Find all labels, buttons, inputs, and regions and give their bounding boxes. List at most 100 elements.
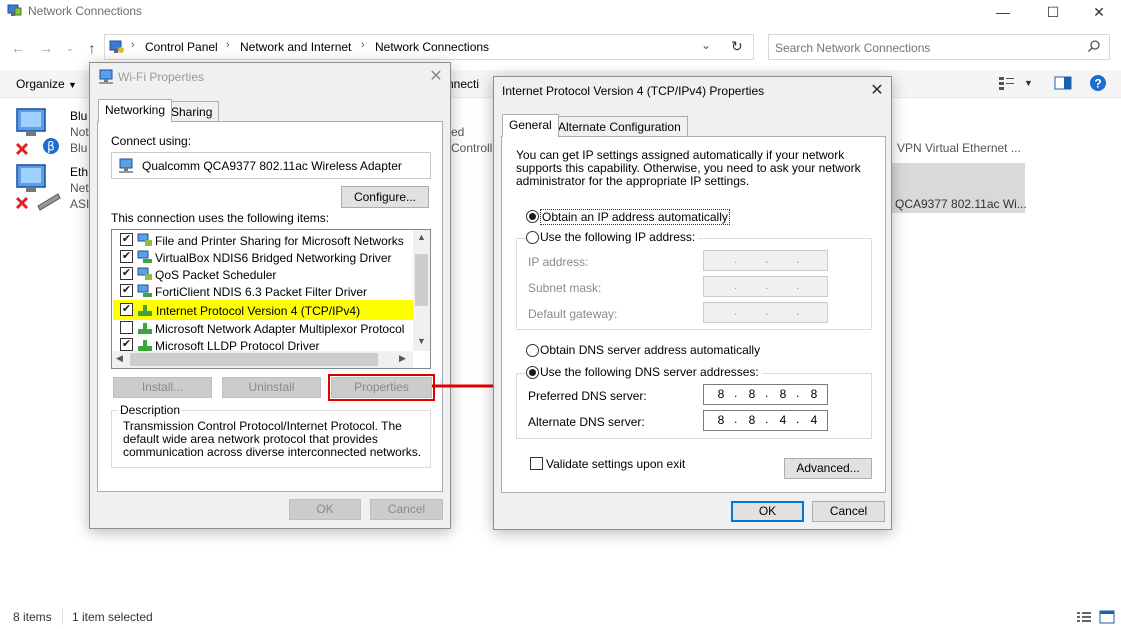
scroll-left-icon[interactable]: ◀ bbox=[116, 353, 123, 364]
item-checkbox[interactable]: ✔ bbox=[120, 284, 133, 297]
item-checkbox[interactable]: ✔ bbox=[120, 267, 133, 280]
list-item[interactable]: ✔ File and Printer Sharing for Microsoft… bbox=[113, 232, 413, 249]
minimize-icon: — bbox=[996, 4, 1010, 20]
back-button[interactable]: ← bbox=[8, 38, 28, 58]
protocol-icon bbox=[137, 250, 153, 264]
scroll-up-icon[interactable]: ▲ bbox=[417, 232, 426, 242]
uninstall-button[interactable]: Uninstall bbox=[222, 377, 321, 398]
address-dropdown-icon[interactable]: ⌄ bbox=[701, 38, 711, 52]
change-view-icon[interactable] bbox=[998, 75, 1016, 91]
ipv4-cancel-button[interactable]: Cancel bbox=[812, 501, 885, 522]
refresh-icon[interactable]: ↻ bbox=[731, 38, 743, 55]
default-gateway-input[interactable]: ... bbox=[703, 302, 828, 323]
components-list[interactable]: ✔ File and Printer Sharing for Microsoft… bbox=[111, 229, 431, 369]
obtain-ip-auto-label[interactable]: Obtain an IP address automatically bbox=[540, 209, 730, 225]
wifi-ok-button[interactable]: OK bbox=[289, 499, 361, 520]
organize-button[interactable]: Organize ▼ bbox=[16, 77, 77, 91]
vertical-scrollbar[interactable]: ▲ ▼ bbox=[413, 230, 430, 351]
radio-empty-icon bbox=[526, 344, 539, 357]
horizontal-scrollbar-thumb[interactable] bbox=[130, 353, 378, 366]
breadcrumb-separator-icon: › bbox=[131, 39, 135, 51]
obtain-dns-auto-label[interactable]: Obtain DNS server address automatically bbox=[540, 343, 760, 357]
item-checkbox[interactable]: ✔ bbox=[120, 250, 133, 263]
use-following-ip-radio[interactable] bbox=[526, 231, 539, 244]
svg-text:β: β bbox=[47, 140, 55, 154]
advanced-button[interactable]: Advanced... bbox=[784, 458, 872, 479]
scroll-down-icon[interactable]: ▼ bbox=[417, 336, 426, 346]
address-bar[interactable]: › Control Panel › Network and Internet ›… bbox=[104, 34, 754, 60]
ethernet-adapter-icon[interactable] bbox=[14, 162, 64, 214]
item-checkbox[interactable] bbox=[120, 321, 133, 334]
bluetooth-adapter-icon[interactable]: β bbox=[14, 106, 60, 158]
list-item[interactable]: ✔ VirtualBox NDIS6 Bridged Networking Dr… bbox=[113, 249, 413, 266]
use-following-dns-label[interactable]: Use the following DNS server addresses: bbox=[540, 365, 762, 379]
breadcrumb-network-and-internet[interactable]: Network and Internet bbox=[240, 40, 351, 54]
list-item[interactable]: ✔ QoS Packet Scheduler bbox=[113, 266, 413, 283]
status-divider bbox=[62, 609, 63, 625]
organize-label: Organize bbox=[16, 77, 65, 91]
item-checkbox[interactable]: ✔ bbox=[120, 233, 133, 246]
tab-alternate-configuration[interactable]: Alternate Configuration bbox=[551, 116, 688, 137]
scroll-right-icon[interactable]: ▶ bbox=[399, 353, 406, 364]
item-label: VirtualBox NDIS6 Bridged Networking Driv… bbox=[155, 251, 392, 265]
up-button[interactable]: ↑ bbox=[82, 38, 102, 58]
breadcrumb-separator-icon: › bbox=[226, 39, 230, 51]
help-icon[interactable]: ? bbox=[1089, 74, 1107, 92]
use-following-ip-label[interactable]: Use the following IP address: bbox=[540, 230, 699, 244]
preview-pane-icon[interactable] bbox=[1054, 75, 1072, 91]
list-item-ipv4-highlighted[interactable]: ✔ Internet Protocol Version 4 (TCP/IPv4) bbox=[113, 300, 413, 320]
item-checkbox[interactable]: ✔ bbox=[120, 303, 133, 316]
subnet-mask-input[interactable]: ... bbox=[703, 276, 828, 297]
ribbon-partial-label[interactable]: nnecti bbox=[447, 77, 479, 91]
details-view-icon[interactable] bbox=[1076, 610, 1092, 624]
use-following-dns-radio[interactable] bbox=[526, 366, 539, 379]
maximize-button[interactable]: ☐ bbox=[1030, 0, 1076, 24]
breadcrumb-control-panel[interactable]: Control Panel bbox=[145, 40, 218, 54]
item-label: File and Printer Sharing for Microsoft N… bbox=[155, 234, 404, 248]
description-text: Transmission Control Protocol/Internet P… bbox=[123, 419, 422, 459]
ip-address-input[interactable]: ... bbox=[703, 250, 828, 271]
status-item-count: 8 items bbox=[13, 610, 52, 624]
alternate-dns-input[interactable]: 8 . 8 . 4 . 4 bbox=[703, 410, 828, 431]
ipv4-dialog-title: Internet Protocol Version 4 (TCP/IPv4) P… bbox=[502, 84, 765, 98]
preferred-dns-input[interactable]: 8 . 8 . 8 . 8 bbox=[703, 384, 828, 405]
forward-button[interactable]: → bbox=[36, 38, 56, 58]
tab-networking[interactable]: Networking bbox=[98, 99, 173, 122]
ipv4-ok-button[interactable]: OK bbox=[731, 501, 804, 522]
item-checkbox[interactable]: ✔ bbox=[120, 338, 133, 351]
search-box[interactable] bbox=[768, 34, 1110, 60]
networking-tab-panel: Connect using: Qualcomm QCA9377 802.11ac… bbox=[97, 121, 443, 492]
horizontal-scrollbar[interactable]: ◀ ▶ bbox=[112, 351, 413, 368]
wifi-adapter-icon bbox=[98, 69, 116, 85]
radio-selected-icon bbox=[526, 210, 539, 223]
obtain-ip-auto-radio[interactable] bbox=[526, 210, 539, 223]
obtain-dns-auto-radio[interactable] bbox=[526, 344, 539, 357]
tab-sharing[interactable]: Sharing bbox=[164, 101, 220, 122]
recent-locations-button[interactable]: ⌄ bbox=[60, 38, 80, 58]
adapter-partial-status: ed bbox=[451, 125, 465, 139]
ipv4-dialog-close-button[interactable]: ✕ bbox=[867, 81, 887, 101]
search-input[interactable] bbox=[775, 39, 1075, 56]
bluetooth-adapter-device: Blu bbox=[70, 141, 88, 155]
wifi-adapter-device: QCA9377 802.11ac Wi... bbox=[895, 197, 1027, 211]
wifi-cancel-button[interactable]: Cancel bbox=[370, 499, 443, 520]
default-gateway-label: Default gateway: bbox=[528, 307, 618, 321]
list-item[interactable]: Microsoft Network Adapter Multiplexor Pr… bbox=[113, 320, 413, 337]
item-label: QoS Packet Scheduler bbox=[155, 268, 277, 282]
adapter-partial-device: Controlle bbox=[451, 141, 500, 155]
close-window-button[interactable]: ✕ bbox=[1076, 0, 1121, 24]
configure-button[interactable]: Configure... bbox=[341, 186, 429, 208]
install-button[interactable]: Install... bbox=[113, 377, 212, 398]
wifi-dialog-close-button[interactable]: ✕ bbox=[426, 67, 446, 87]
minimize-button[interactable]: — bbox=[980, 0, 1026, 24]
general-tab-panel: You can get IP settings assigned automat… bbox=[501, 136, 886, 493]
protocol-icon bbox=[137, 303, 153, 317]
breadcrumb-network-connections[interactable]: Network Connections bbox=[375, 40, 489, 54]
list-item[interactable]: ✔ FortiClient NDIS 6.3 Packet Filter Dri… bbox=[113, 283, 413, 300]
properties-button[interactable]: Properties bbox=[331, 377, 432, 398]
tab-general[interactable]: General bbox=[502, 114, 559, 137]
large-icons-view-icon[interactable] bbox=[1099, 610, 1115, 624]
view-options-caret-icon[interactable]: ▼ bbox=[1024, 78, 1033, 88]
scrollbar-thumb[interactable] bbox=[415, 254, 428, 306]
validate-settings-checkbox[interactable] bbox=[530, 457, 543, 470]
